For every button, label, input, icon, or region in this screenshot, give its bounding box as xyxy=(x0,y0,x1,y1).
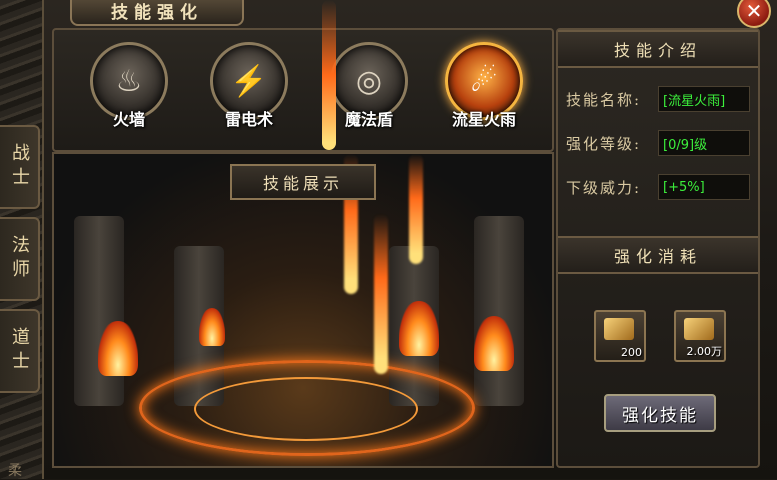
showcase-title: 技能展示 xyxy=(230,164,376,200)
meteor-streak xyxy=(322,0,336,150)
skill-intro-header: 技能介绍 xyxy=(558,30,758,68)
cost-item-gold-ingot[interactable]: 2.00万 xyxy=(674,310,726,362)
meteor-streak xyxy=(409,154,423,264)
brazier-fire xyxy=(199,308,225,346)
cost-qty: 2.00万 xyxy=(686,345,723,358)
dragon-pillar-right xyxy=(474,216,524,406)
next-power-value: [+5%] xyxy=(658,174,750,200)
skill-label: 流星火雨 xyxy=(451,110,516,129)
skill-magic-shield[interactable]: ◎ 魔法盾 xyxy=(324,42,414,130)
enhance-level-value: [0/9]级 xyxy=(658,130,750,156)
skill-firewall[interactable]: ♨ 火墙 xyxy=(84,42,174,130)
skill-label: 雷电术 xyxy=(224,110,273,129)
tab-taoist[interactable]: 道士 xyxy=(0,309,40,393)
dragon-pillar-left xyxy=(74,216,124,406)
class-tabs: 战士 法师 道士 xyxy=(0,125,40,401)
skill-name-label: 技能名称: xyxy=(566,90,642,109)
skill-name-value: [流星火雨] xyxy=(658,86,750,112)
skill-label: 火墙 xyxy=(112,110,145,129)
window-title: 技能强化 xyxy=(70,0,244,26)
skill-info-panel: 技能介绍 技能名称: [流星火雨] 强化等级: [0/9]级 下级威力: [+5… xyxy=(556,28,760,468)
enhance-level-label: 强化等级: xyxy=(566,134,642,153)
enhance-skill-button[interactable]: 强化技能 xyxy=(604,394,716,432)
skill-enhance-window: 技能强化 ✕ 战士 法师 道士 柔 ♨ 火墙 ⚡ 雷电术 ◎ 魔法盾 ☄ 流星火… xyxy=(0,0,777,479)
cost-item-gold-bars[interactable]: 200 xyxy=(594,310,646,362)
brazier-fire xyxy=(399,301,439,356)
skill-name-row: 技能名称: [流星火雨] xyxy=(566,86,750,112)
next-power-row: 下级威力: [+5%] xyxy=(566,174,750,200)
tab-warrior[interactable]: 战士 xyxy=(0,125,40,209)
brazier-fire xyxy=(474,316,514,371)
cut-off-label: 柔 xyxy=(8,463,22,479)
meteor-streak xyxy=(374,214,388,374)
skill-selector-panel: ♨ 火墙 ⚡ 雷电术 ◎ 魔法盾 ☄ 流星火雨 xyxy=(52,28,554,152)
magic-circle-inner xyxy=(194,377,418,441)
gold-bars-icon xyxy=(604,318,634,340)
brazier-fire xyxy=(98,321,138,376)
skill-label: 魔法盾 xyxy=(344,110,393,129)
skill-meteor-rain[interactable]: ☄ 流星火雨 xyxy=(439,42,529,130)
skill-lightning[interactable]: ⚡ 雷电术 xyxy=(204,42,294,130)
close-button[interactable]: ✕ xyxy=(737,0,771,28)
enhance-cost-header: 强化消耗 xyxy=(558,236,758,274)
tab-mage[interactable]: 法师 xyxy=(0,217,40,301)
next-power-label: 下级威力: xyxy=(566,178,642,197)
enhance-level-row: 强化等级: [0/9]级 xyxy=(566,130,750,156)
gold-ingot-icon xyxy=(684,318,714,340)
cost-qty: 200 xyxy=(621,346,642,359)
